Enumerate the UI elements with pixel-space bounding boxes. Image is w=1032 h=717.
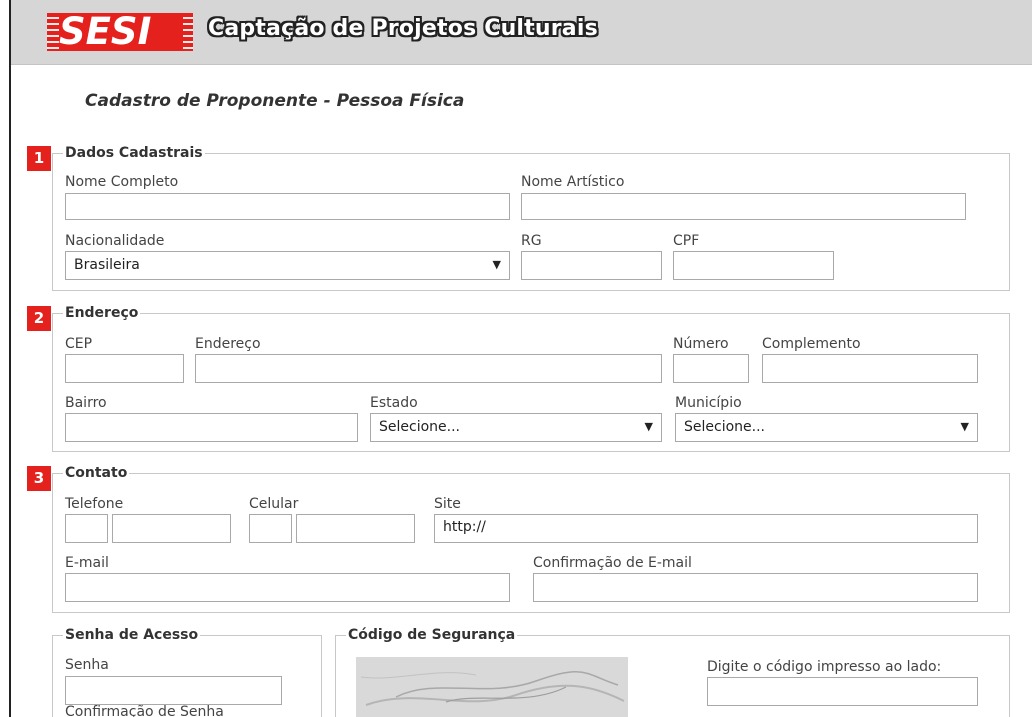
input-numero[interactable]: [673, 354, 749, 383]
legend-senha-acesso: Senha de Acesso: [65, 627, 199, 643]
legend-dados-cadastrais: Dados Cadastrais: [65, 145, 203, 161]
label-complemento: Complemento: [762, 336, 861, 352]
page-title: Cadastro de Proponente - Pessoa Física: [85, 91, 465, 111]
label-codigo-prompt: Digite o código impresso ao lado:: [707, 659, 942, 675]
label-endereco: Endereço: [195, 336, 261, 352]
input-email[interactable]: [65, 573, 510, 602]
label-confirmacao-senha: Confirmação de Senha: [65, 704, 224, 717]
captcha-noise: [356, 657, 628, 717]
app-title: Captação de Projetos Culturais: [208, 16, 598, 41]
label-telefone: Telefone: [65, 496, 124, 512]
select-municipio[interactable]: Selecione... ▼: [675, 413, 978, 442]
header: SESI Captação de Projetos Culturais: [11, 0, 1032, 65]
label-site: Site: [434, 496, 461, 512]
label-nome-completo: Nome Completo: [65, 174, 179, 190]
input-site-value: http://: [443, 519, 486, 535]
section-badge-1: 1: [27, 146, 51, 171]
section-badge-2: 2: [27, 306, 51, 331]
input-email-confirmacao[interactable]: [533, 573, 978, 602]
label-rg: RG: [521, 233, 542, 249]
input-nome-artistico[interactable]: [521, 193, 966, 220]
sesi-logo: SESI: [47, 13, 193, 51]
input-telefone-numero[interactable]: [112, 514, 231, 543]
label-nome-artistico: Nome Artístico: [521, 174, 625, 190]
input-cep[interactable]: [65, 354, 184, 383]
legend-contato: Contato: [65, 465, 128, 481]
select-nacionalidade[interactable]: Brasileira ▼: [65, 251, 510, 280]
input-codigo-seguranca[interactable]: [707, 677, 978, 706]
select-nacionalidade-value: Brasileira: [74, 257, 140, 273]
captcha-image: [356, 657, 628, 717]
input-senha[interactable]: [65, 676, 282, 705]
label-email-confirmacao: Confirmação de E-mail: [533, 555, 692, 571]
input-site[interactable]: http://: [434, 514, 978, 543]
input-celular-ddd[interactable]: [249, 514, 292, 543]
label-senha: Senha: [65, 657, 109, 673]
label-celular: Celular: [249, 496, 299, 512]
label-cpf: CPF: [673, 233, 700, 249]
input-cpf[interactable]: [673, 251, 834, 280]
legend-codigo-seguranca: Código de Segurança: [348, 627, 516, 643]
input-nome-completo[interactable]: [65, 193, 510, 220]
input-endereco[interactable]: [195, 354, 662, 383]
label-email: E-mail: [65, 555, 109, 571]
input-celular-numero[interactable]: [296, 514, 415, 543]
legend-endereco: Endereço: [65, 305, 139, 321]
label-numero: Número: [673, 336, 729, 352]
section-badge-3: 3: [27, 466, 51, 491]
label-municipio: Município: [675, 395, 742, 411]
select-municipio-value: Selecione...: [684, 419, 765, 435]
app-window: SESI Captação de Projetos Culturais Cada…: [9, 0, 1032, 717]
label-cep: CEP: [65, 336, 93, 352]
label-nacionalidade: Nacionalidade: [65, 233, 165, 249]
label-bairro: Bairro: [65, 395, 107, 411]
chevron-down-icon: ▼: [644, 420, 653, 433]
input-telefone-ddd[interactable]: [65, 514, 108, 543]
label-estado: Estado: [370, 395, 418, 411]
select-estado[interactable]: Selecione... ▼: [370, 413, 662, 442]
select-estado-value: Selecione...: [379, 419, 460, 435]
input-bairro[interactable]: [65, 413, 358, 442]
input-complemento[interactable]: [762, 354, 978, 383]
input-rg[interactable]: [521, 251, 662, 280]
chevron-down-icon: ▼: [492, 258, 501, 271]
chevron-down-icon: ▼: [960, 420, 969, 433]
